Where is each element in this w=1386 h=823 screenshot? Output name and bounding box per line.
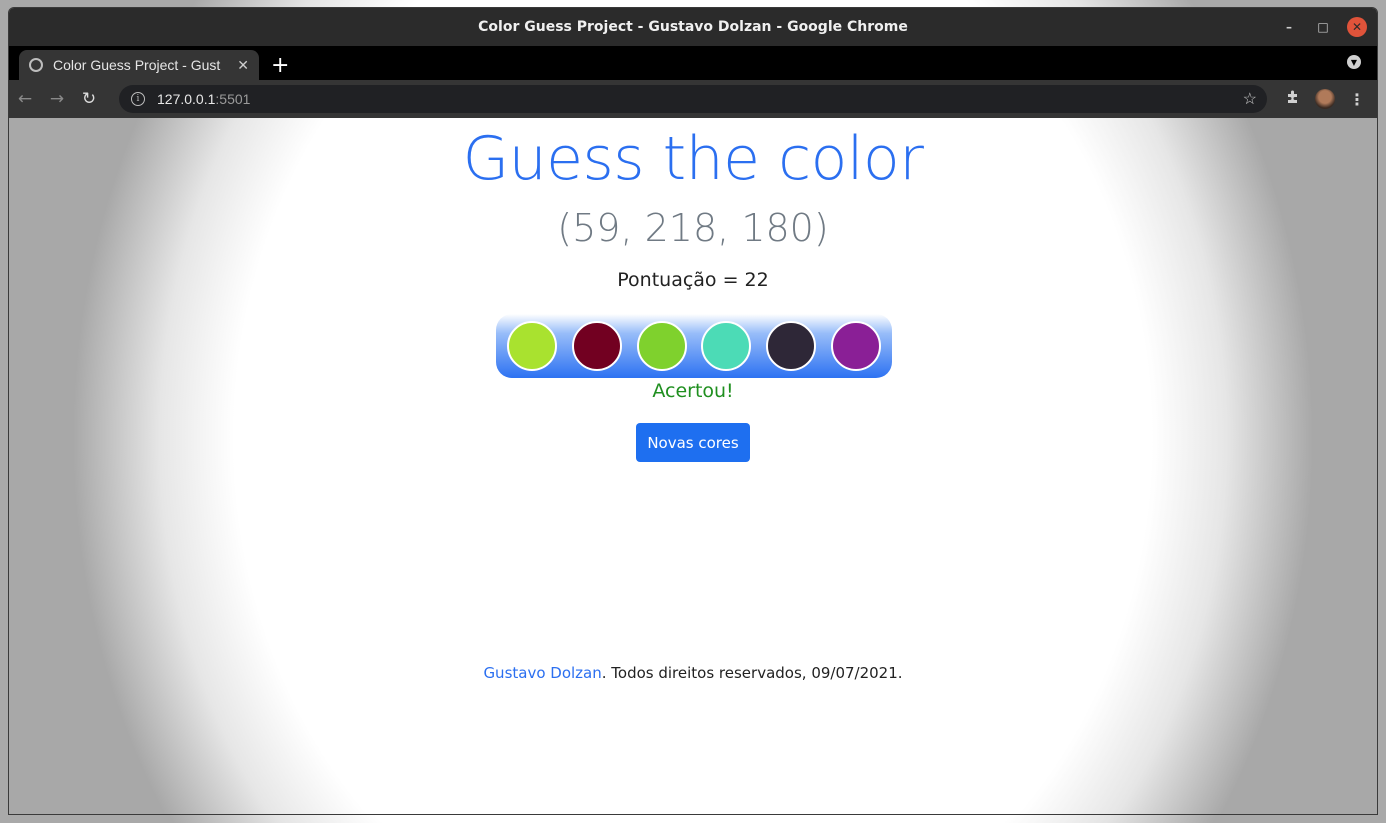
color-swatch-6[interactable] [830,321,881,371]
url-host: 127.0.0.1 [157,91,216,107]
extensions-icon[interactable] [1285,89,1301,109]
author-link[interactable]: Gustavo Dolzan [483,664,601,682]
tab-color-guess[interactable]: Color Guess Project - Gust ✕ [19,50,259,80]
back-button[interactable]: ← [9,89,41,109]
color-swatch-3[interactable] [636,321,687,371]
color-swatch-1[interactable] [507,321,558,371]
footer-text: . Todos direitos reservados, 09/07/2021. [601,664,903,682]
result-message: Acertou! [652,380,734,402]
profile-avatar[interactable] [1315,89,1335,109]
tab-close-icon[interactable]: ✕ [237,57,249,74]
target-rgb: (59, 218, 180) [557,206,829,250]
url-port: :5501 [215,91,251,107]
tab-strip: Color Guess Project - Gust ✕ + ▼ [9,46,1377,80]
page-viewport: Guess the color (59, 218, 180) Pontuação… [9,118,1377,814]
tab-search-icon[interactable]: ▼ [1347,55,1361,69]
color-palette [496,314,892,378]
window-controls: – □ ✕ [1279,17,1367,37]
score-text: Pontuação = 22 [617,269,769,291]
title-bar: Color Guess Project - Gustavo Dolzan - G… [9,8,1377,46]
color-swatch-2[interactable] [571,321,622,371]
globe-icon [29,58,43,72]
new-colors-button[interactable]: Novas cores [636,423,750,462]
browser-toolbar: ← → ↻ i 127.0.0.1:5501 ☆ ⋮ [9,80,1377,118]
minimize-button[interactable]: – [1279,17,1299,37]
footer: Gustavo Dolzan. Todos direitos reservado… [9,664,1377,682]
new-tab-button[interactable]: + [271,50,289,80]
bookmark-star-icon[interactable]: ☆ [1243,89,1257,109]
close-window-button[interactable]: ✕ [1347,17,1367,37]
color-swatch-5[interactable] [765,321,816,371]
forward-button[interactable]: → [41,89,73,109]
toolbar-actions: ⋮ [1285,89,1365,109]
page-title: Guess the color [462,124,924,194]
browser-window: Color Guess Project - Gustavo Dolzan - G… [8,7,1378,815]
reload-button[interactable]: ↻ [73,89,105,109]
menu-icon[interactable]: ⋮ [1349,90,1365,109]
window-title: Color Guess Project - Gustavo Dolzan - G… [478,19,908,35]
color-swatch-4[interactable] [701,321,752,371]
site-info-icon[interactable]: i [131,92,145,106]
maximize-button[interactable]: □ [1313,17,1333,37]
tab-title: Color Guess Project - Gust [53,57,221,73]
address-bar[interactable]: i 127.0.0.1:5501 ☆ [119,85,1267,113]
